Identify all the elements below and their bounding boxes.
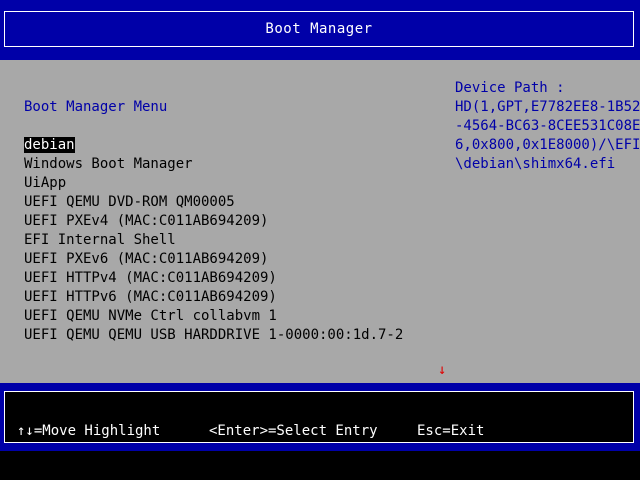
device-path-line: HD(1,GPT,E7782EE8-1B52: [455, 99, 640, 115]
device-path-line: \debian\shimx64.efi: [455, 156, 616, 172]
boot-entry-list: debian Windows Boot Manager UiApp UEFI Q…: [24, 136, 403, 345]
boot-entry-label: EFI Internal Shell: [24, 232, 176, 248]
device-path-info: Device Path : HD(1,GPT,E7782EE8-1B52 -45…: [455, 79, 640, 174]
boot-entry-label: UEFI QEMU QEMU USB HARDDRIVE 1-0000:00:1…: [24, 327, 404, 343]
boot-entry-debian[interactable]: debian: [24, 136, 403, 155]
boot-entry-pxev4[interactable]: UEFI PXEv4 (MAC:C011AB694209): [24, 212, 403, 231]
boot-entry-label: debian: [24, 137, 75, 153]
page-title: Boot Manager: [4, 11, 634, 47]
boot-menu-panel: Boot Manager Menu debian Windows Boot Ma…: [0, 60, 640, 383]
boot-entry-httpv4[interactable]: UEFI HTTPv4 (MAC:C011AB694209): [24, 269, 403, 288]
help-box: ↑↓=Move Highlight <Enter>=Select Entry E…: [4, 391, 634, 443]
device-path-label: Device Path :: [455, 80, 565, 96]
help-exit: Esc=Exit: [417, 423, 485, 439]
boot-entry-nvme[interactable]: UEFI QEMU NVMe Ctrl collabvm 1: [24, 307, 403, 326]
help-select-entry: <Enter>=Select Entry: [209, 423, 378, 439]
boot-entry-label: UEFI HTTPv6 (MAC:C011AB694209): [24, 289, 277, 305]
boot-entry-label: UEFI HTTPv4 (MAC:C011AB694209): [24, 270, 277, 286]
boot-entry-usb-harddrive[interactable]: UEFI QEMU QEMU USB HARDDRIVE 1-0000:00:1…: [24, 326, 403, 345]
boot-entry-label: Windows Boot Manager: [24, 156, 193, 172]
help-bar: ↑↓=Move Highlight <Enter>=Select Entry E…: [0, 383, 640, 451]
boot-entry-httpv6[interactable]: UEFI HTTPv6 (MAC:C011AB694209): [24, 288, 403, 307]
boot-entry-efi-shell[interactable]: EFI Internal Shell: [24, 231, 403, 250]
boot-entry-label: UEFI QEMU NVMe Ctrl collabvm 1: [24, 308, 277, 324]
boot-entry-label: UEFI PXEv4 (MAC:C011AB694209): [24, 213, 269, 229]
boot-entry-label: UiApp: [24, 175, 67, 191]
boot-entry-windows[interactable]: Windows Boot Manager: [24, 155, 403, 174]
boot-entry-uiapp[interactable]: UiApp: [24, 174, 403, 193]
menu-title: Boot Manager Menu: [24, 99, 168, 115]
boot-entry-label: UEFI QEMU DVD-ROM QM00005: [24, 194, 235, 210]
title-bar: Boot Manager: [0, 0, 640, 60]
scroll-down-arrow-icon: ↓: [438, 362, 447, 378]
boot-entry-label: UEFI PXEv6 (MAC:C011AB694209): [24, 251, 269, 267]
help-move-highlight: ↑↓=Move Highlight: [17, 423, 161, 439]
device-path-line: 6,0x800,0x1E8000)/\EFI: [455, 137, 640, 153]
device-path-line: -4564-BC63-8CEE531C08E: [455, 118, 640, 134]
boot-entry-dvd-rom[interactable]: UEFI QEMU DVD-ROM QM00005: [24, 193, 403, 212]
boot-entry-pxev6[interactable]: UEFI PXEv6 (MAC:C011AB694209): [24, 250, 403, 269]
